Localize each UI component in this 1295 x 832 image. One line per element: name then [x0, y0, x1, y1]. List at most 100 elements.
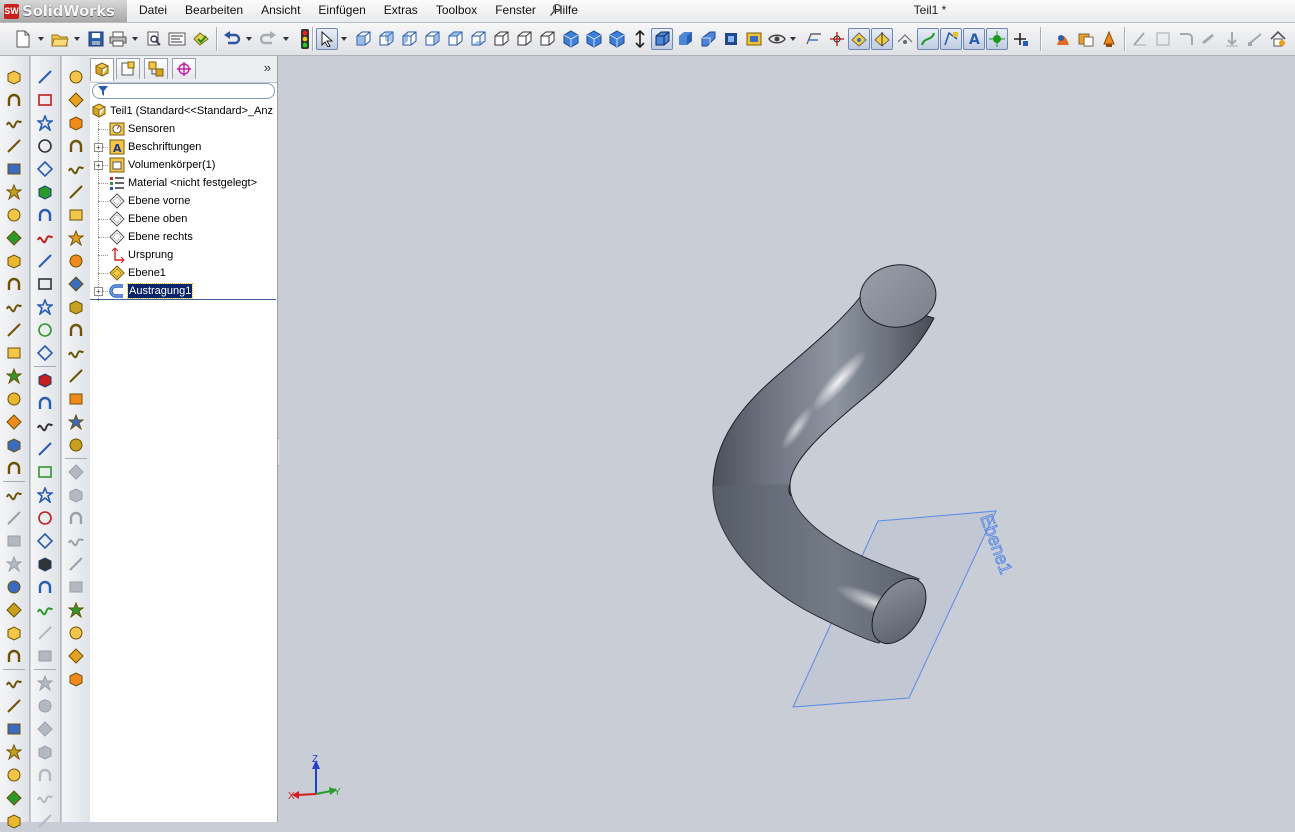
fill-icon[interactable]	[3, 810, 25, 832]
view-normal-to-icon[interactable]	[560, 28, 582, 50]
view-trimetric-cube-icon[interactable]	[513, 28, 535, 50]
view-sketches-icon[interactable]	[940, 28, 962, 50]
tree-item-ebene-oben[interactable]: Ebene oben	[90, 210, 277, 228]
centerline-icon[interactable]	[34, 158, 56, 180]
circle-icon[interactable]	[34, 273, 56, 295]
redo-icon[interactable]	[257, 28, 279, 50]
menu-extras[interactable]: Extras	[375, 0, 427, 22]
rib-icon[interactable]	[3, 250, 25, 272]
view-front-cube-icon[interactable]	[352, 28, 374, 50]
tree-item-austragung1[interactable]: + Austragung1	[90, 282, 277, 300]
knit-icon[interactable]	[3, 718, 25, 740]
sweep-icon[interactable]	[3, 112, 25, 134]
tab-dimxpert-manager[interactable]	[172, 58, 196, 79]
expand-tabs-icon[interactable]: »	[264, 60, 271, 75]
chamfer-icon[interactable]	[3, 227, 25, 249]
add-in-icon[interactable]	[65, 668, 87, 690]
mirror-icon[interactable]	[3, 388, 25, 410]
rebuild-options-icon[interactable]	[190, 28, 212, 50]
pin-menu-icon[interactable]	[549, 3, 563, 17]
tree-item-material[interactable]: Material <nicht festgelegt>	[90, 174, 277, 192]
line-icon[interactable]	[34, 135, 56, 157]
arc-icon[interactable]	[34, 296, 56, 318]
boundary-icon[interactable]	[3, 158, 25, 180]
3d-sketch-icon[interactable]	[34, 89, 56, 111]
tangent-arc-icon[interactable]	[34, 319, 56, 341]
menu-fenster[interactable]: Fenster	[486, 0, 545, 22]
view-depth-icon[interactable]	[720, 28, 742, 50]
conic-icon[interactable]	[34, 415, 56, 437]
apply-scene-icon[interactable]	[1075, 28, 1097, 50]
extend-icon[interactable]	[34, 461, 56, 483]
axis-icon[interactable]	[65, 89, 87, 111]
shaded-with-edges-icon[interactable]	[651, 28, 673, 50]
compare-icon[interactable]	[65, 599, 87, 621]
graphics-area[interactable]: Ebene1 Z Y X	[279, 56, 1295, 822]
ruled-icon[interactable]	[3, 787, 25, 809]
tree-item-ebene1[interactable]: Ebene1	[90, 264, 277, 282]
move-face-icon[interactable]	[3, 622, 25, 644]
hide-show-dropdown-icon[interactable]	[790, 37, 796, 41]
thicken-icon[interactable]	[3, 645, 25, 667]
loft-icon[interactable]	[3, 135, 25, 157]
view-bottom-cube-icon[interactable]	[467, 28, 489, 50]
mate-reference-icon[interactable]	[65, 158, 87, 180]
hole-icon[interactable]	[3, 181, 25, 203]
feature-tree-filter-input[interactable]	[92, 83, 275, 99]
new-document-icon[interactable]	[12, 28, 34, 50]
expand-toggle[interactable]: +	[94, 143, 103, 152]
spline-icon[interactable]	[34, 204, 56, 226]
deform-icon[interactable]	[3, 576, 25, 598]
offset-icon[interactable]	[34, 484, 56, 506]
sweep-body-austragung1[interactable]	[712, 260, 940, 653]
helix-icon[interactable]	[3, 434, 25, 456]
redo-dropdown-icon[interactable]	[283, 37, 289, 41]
open-dropdown-icon[interactable]	[74, 37, 80, 41]
tab-feature-tree[interactable]	[90, 58, 114, 81]
rotate-view-icon[interactable]	[629, 28, 651, 50]
view-top-cube-icon[interactable]	[444, 28, 466, 50]
view-right-cube-icon[interactable]	[421, 28, 443, 50]
dimension-icon[interactable]	[34, 112, 56, 134]
tab-configuration-manager[interactable]	[144, 58, 168, 79]
tree-item-ebene-vorne[interactable]: Ebene vorne	[90, 192, 277, 210]
section-properties-icon[interactable]	[65, 388, 87, 410]
mass-properties-icon[interactable]	[65, 365, 87, 387]
hide-show-items-icon[interactable]	[766, 28, 788, 50]
move-icon[interactable]	[34, 576, 56, 598]
new-dropdown-icon[interactable]	[38, 37, 44, 41]
appearance-icon[interactable]	[743, 28, 765, 50]
pattern-icon[interactable]	[34, 553, 56, 575]
pattern-icon[interactable]	[3, 365, 25, 387]
view-zoom-fit-icon[interactable]	[606, 28, 628, 50]
expand-toggle[interactable]: +	[94, 287, 103, 296]
view-sketch-plane-icon[interactable]	[803, 28, 825, 50]
view-origins-icon[interactable]	[826, 28, 848, 50]
print-icon[interactable]	[107, 28, 129, 50]
curve-icon[interactable]	[3, 411, 25, 433]
menu-bearbeiten[interactable]: Bearbeiten	[176, 0, 252, 22]
trim-icon[interactable]	[34, 438, 56, 460]
menu-datei[interactable]: Datei	[130, 0, 176, 22]
view-orientation-icon[interactable]	[583, 28, 605, 50]
print-preview-icon[interactable]	[143, 28, 165, 50]
properties-icon[interactable]	[166, 28, 188, 50]
fillet-icon[interactable]	[3, 204, 25, 226]
expand-toggle[interactable]: +	[94, 161, 103, 170]
tree-item-volumenkoerper[interactable]: + Volumenkörper(1)	[90, 156, 277, 174]
coordinate-system-icon[interactable]	[65, 112, 87, 134]
tree-root-part[interactable]: Teil1 (Standard<<Standard>_Anz	[90, 102, 277, 120]
extrude-icon[interactable]	[3, 66, 25, 88]
helix-icon[interactable]	[65, 273, 87, 295]
view-temporary-axes-icon[interactable]	[894, 28, 916, 50]
view-curves-icon[interactable]	[917, 28, 939, 50]
tree-item-ebene-rechts[interactable]: Ebene rechts	[90, 228, 277, 246]
view-points-icon[interactable]	[1009, 28, 1031, 50]
menu-ansicht[interactable]: Ansicht	[252, 0, 309, 22]
composite-curve-icon[interactable]	[65, 250, 87, 272]
menu-einfuegen[interactable]: Einfügen	[309, 0, 374, 22]
curve-icon[interactable]	[65, 181, 87, 203]
check-icon[interactable]	[65, 411, 87, 433]
sketch-icon[interactable]	[34, 66, 56, 88]
view-axes-icon[interactable]	[871, 28, 893, 50]
